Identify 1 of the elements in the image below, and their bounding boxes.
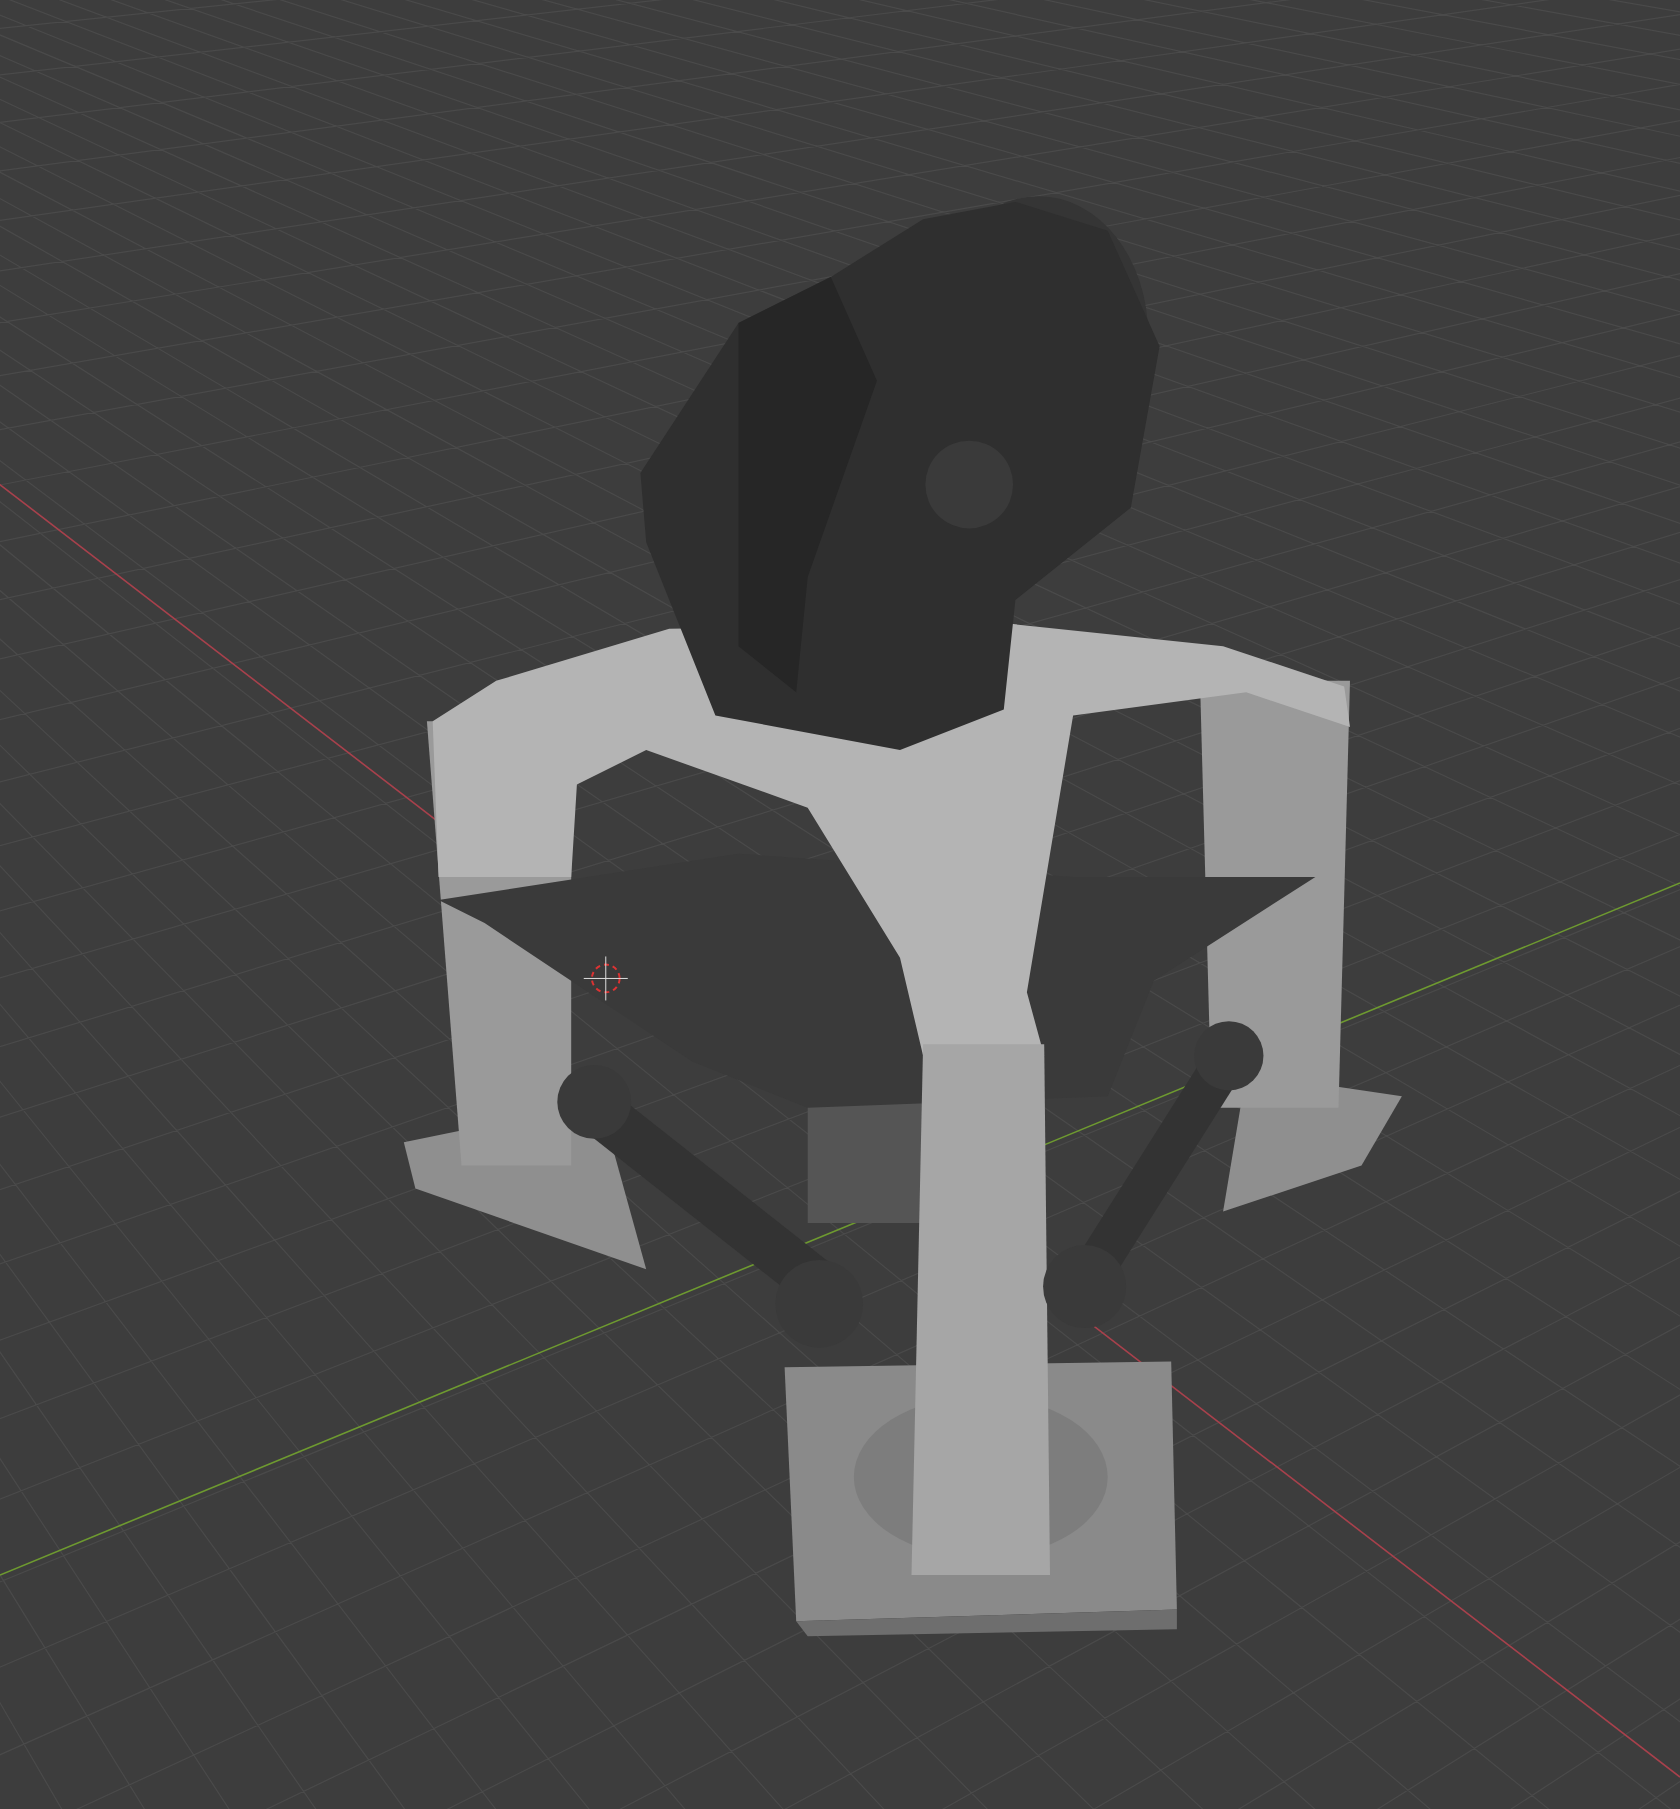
- 3d-model-drawing[interactable]: [403, 196, 1402, 1637]
